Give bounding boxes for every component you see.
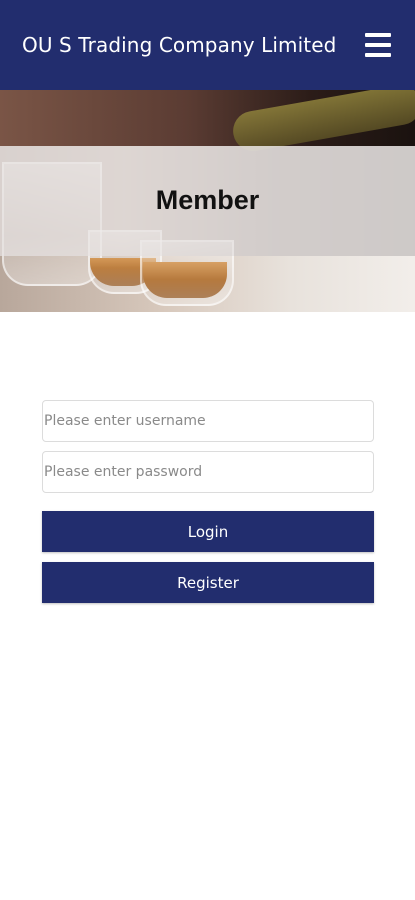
site-title: OU S Trading Company Limited [22, 33, 337, 57]
login-form: Login Register [42, 400, 374, 603]
menu-bar-top [365, 33, 391, 37]
member-banner: Member [0, 90, 415, 312]
app-root: OU S Trading Company Limited Member Logi… [0, 0, 415, 900]
menu-bar-middle [365, 43, 391, 47]
password-input[interactable] [42, 451, 374, 493]
menu-bar-bottom [365, 53, 391, 57]
register-button[interactable]: Register [42, 562, 374, 603]
banner-title-band: Member [0, 146, 415, 256]
login-button[interactable]: Login [42, 511, 374, 552]
page-title: Member [155, 184, 260, 215]
hamburger-menu-icon[interactable] [365, 31, 393, 59]
username-input[interactable] [42, 400, 374, 442]
top-bar: OU S Trading Company Limited [0, 0, 415, 90]
